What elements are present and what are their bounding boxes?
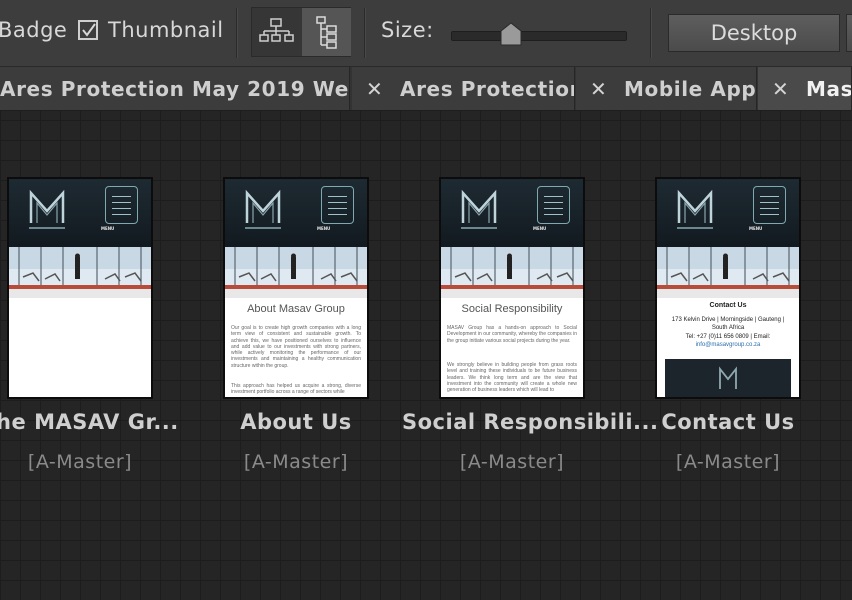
preview-heading: Contact Us — [709, 302, 747, 309]
toolbar-divider — [650, 8, 651, 58]
toolbar-divider — [236, 8, 237, 58]
list-view-icon — [316, 16, 337, 49]
page-master: [A-Master] — [675, 451, 781, 473]
thumbnail-checkbox[interactable] — [78, 20, 98, 40]
preview-body-2: We strongly believe in building people f… — [447, 362, 577, 394]
page-master: [A-Master] — [243, 451, 349, 473]
page-thumbnail-about-us[interactable]: MENU About Masav Group Our goal is to cr… — [223, 177, 369, 399]
close-icon[interactable]: ✕ — [772, 77, 789, 101]
tab-bar: Ares Protection May 2019 Website ✕ Ares … — [0, 67, 852, 111]
checkmark-icon — [82, 23, 96, 37]
tab-ares-may-2019[interactable]: Ares Protection May 2019 Website — [0, 67, 350, 110]
masav-logo-icon — [461, 189, 497, 229]
tab-label: Ares Protection May 2019 Website — [0, 77, 349, 101]
list-view-button[interactable] — [302, 8, 351, 56]
preview-email: info@masavgroup.co.za — [695, 342, 761, 348]
desktop-button[interactable]: Desktop — [668, 14, 840, 52]
hero-image — [657, 247, 799, 298]
device-button-partial[interactable] — [846, 14, 852, 52]
toolbar-divider — [364, 8, 365, 58]
preview-heading: Social Responsibility — [461, 303, 563, 315]
preview-header: MENU — [9, 179, 151, 247]
size-slider-thumb[interactable] — [500, 22, 522, 46]
preview-body: Our goal is to create high growth compan… — [231, 325, 361, 369]
tab-label: Mobile App — [624, 77, 757, 101]
sitemap-view-icon — [259, 18, 294, 42]
size-label: Size: — [381, 18, 434, 42]
menu-icon — [321, 186, 354, 224]
masav-logo-icon — [245, 189, 281, 229]
masav-footer-logo-icon — [719, 366, 737, 389]
menu-word: MENU — [101, 226, 115, 231]
menu-icon — [105, 186, 138, 224]
page-title[interactable]: Social Responsibili... — [402, 410, 658, 434]
page-title[interactable]: About Us — [186, 410, 406, 434]
menu-icon — [753, 186, 786, 224]
masav-logo-icon — [29, 189, 65, 229]
sitemap-view-button[interactable] — [252, 8, 301, 56]
page-title[interactable]: The MASAV Gr... — [0, 410, 190, 434]
view-mode-group — [251, 7, 351, 57]
badge-label[interactable]: Badge — [0, 18, 67, 42]
tab-ares-protection[interactable]: ✕ Ares Protection — [352, 67, 575, 110]
tab-masav[interactable]: ✕ Masav — [758, 67, 852, 110]
page-title[interactable]: Contact Us — [618, 410, 838, 434]
page-thumbnail-home[interactable]: MENU — [7, 177, 153, 399]
menu-icon — [537, 186, 570, 224]
hero-image — [225, 247, 367, 298]
preview-heading: About Masav Group — [247, 303, 345, 315]
close-icon[interactable]: ✕ — [590, 77, 607, 101]
preview-header: MENU — [657, 179, 799, 247]
preview-header: MENU — [225, 179, 367, 247]
toolbar: Badge Thumbnail Size: Desktop — [0, 0, 852, 67]
preview-header: MENU — [441, 179, 583, 247]
preview-address: 173 Kelvin Drive | Morningside | Gauteng… — [671, 317, 785, 331]
tab-mobile-app[interactable]: ✕ Mobile App — [576, 67, 757, 110]
preview-phone: Tel: +27 (0)11 656 0809 | Email: — [685, 334, 771, 340]
page-master: [A-Master] — [27, 451, 133, 473]
masav-logo-icon — [677, 189, 713, 229]
menu-word: MENU — [317, 226, 331, 231]
page-master: [A-Master] — [459, 451, 565, 473]
hero-image — [9, 247, 151, 298]
preview-footer — [665, 359, 791, 397]
preview-body-2: This approach has helped us acquire a st… — [231, 383, 361, 396]
menu-word: MENU — [749, 226, 763, 231]
tab-label: Ares Protection — [400, 77, 575, 101]
size-slider-track[interactable] — [451, 31, 627, 41]
menu-word: MENU — [533, 226, 547, 231]
hero-image — [441, 247, 583, 298]
preview-body: MASAV Group has a hands-on approach to S… — [447, 325, 577, 344]
page-thumbnail-contact-us[interactable]: MENU Contact Us 173 Kelvin Drive | Morni… — [655, 177, 801, 399]
thumbnail-label[interactable]: Thumbnail — [108, 18, 224, 42]
page-thumbnail-social-responsibility[interactable]: MENU Social Responsibility MASAV Group h… — [439, 177, 585, 399]
tab-label: Masav — [806, 77, 852, 101]
close-icon[interactable]: ✕ — [366, 77, 383, 101]
